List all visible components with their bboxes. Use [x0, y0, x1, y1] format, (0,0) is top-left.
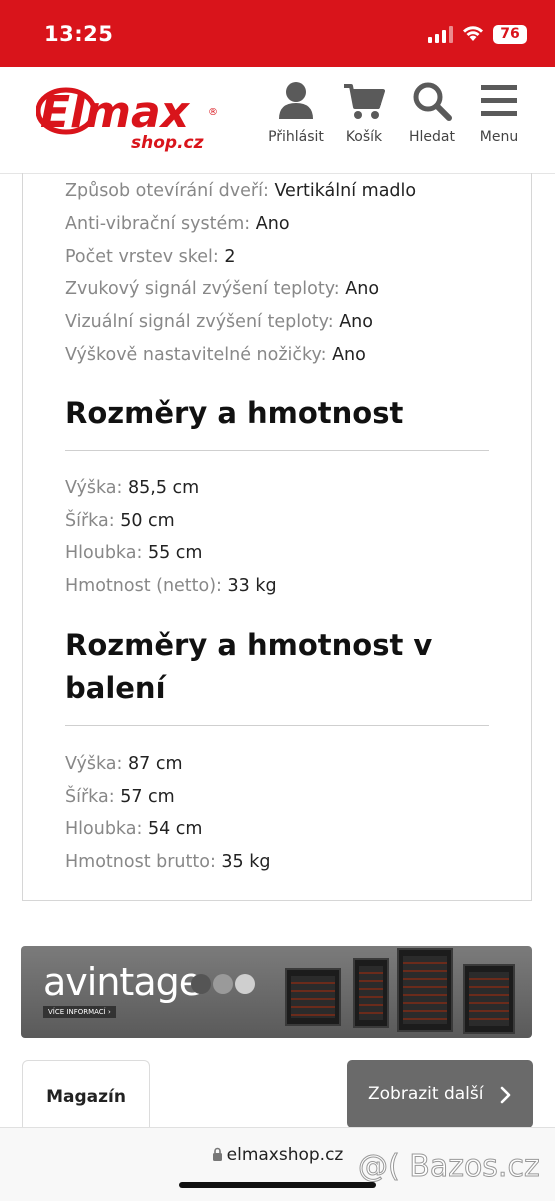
menu-icon — [481, 85, 517, 116]
user-icon — [279, 82, 313, 119]
logo-main-text: Elmax — [40, 87, 191, 138]
spec-row: Výškově nastavitelné nožičky: Ano — [65, 345, 366, 365]
banner-brand: avintage — [43, 960, 202, 1004]
spec-row: Výška: 85,5 cm — [65, 478, 200, 498]
spec-row: Šířka: 50 cm — [65, 511, 175, 531]
status-bar: 13:25 76 — [0, 0, 555, 67]
spec-row: Zvukový signál zvýšení teploty: Ano — [65, 279, 380, 299]
banner-dot — [213, 974, 233, 994]
nav-login-label: Přihlásit — [268, 129, 324, 145]
wine-cooler-image — [463, 964, 515, 1034]
divider — [65, 450, 489, 451]
nav-cart[interactable]: Košík — [329, 81, 399, 145]
cart-icon — [344, 84, 385, 119]
watermark: @( Bazos.cz — [358, 1149, 541, 1185]
nav-cart-label: Košík — [345, 129, 383, 145]
spec-row: Vizuální signál zvýšení teploty: Ano — [65, 312, 373, 332]
wine-cooler-image — [285, 968, 341, 1026]
site-header: Elmax ® shop.cz Přihlásit Košík Hledat M… — [0, 67, 555, 174]
spec-row: Hmotnost (netto): 33 kg — [65, 576, 277, 596]
spec-row: Počet vrstev skel: 2 — [65, 247, 236, 267]
lock-icon — [212, 1147, 222, 1161]
spec-row: Hloubka: 55 cm — [65, 543, 203, 563]
nav-search-label: Hledat — [409, 129, 455, 145]
spec-row: Hloubka: 54 cm — [65, 819, 203, 839]
spec-row: Hmotnost brutto: 35 kg — [65, 852, 271, 872]
home-indicator[interactable] — [179, 1182, 376, 1188]
show-more-label: Zobrazit další — [368, 1084, 484, 1104]
divider — [65, 725, 489, 726]
avintage-banner[interactable]: avintage VÍCE INFORMACÍ › — [21, 946, 532, 1038]
chevron-right-icon — [500, 1086, 511, 1104]
url-text: elmaxshop.cz — [226, 1145, 344, 1165]
nav-menu-label: Menu — [479, 129, 519, 145]
elmax-logo-graphic: Elmax ® shop.cz — [35, 87, 218, 153]
battery-indicator: 76 — [493, 25, 527, 44]
banner-dot — [191, 974, 211, 994]
nav-menu[interactable]: Menu — [464, 81, 534, 145]
status-time: 13:25 — [44, 22, 114, 46]
logo-sub-text: shop.cz — [131, 133, 204, 153]
banner-more-info-button[interactable]: VÍCE INFORMACÍ › — [43, 1006, 116, 1018]
section-title-packaging: Rozměry a hmotnost v balení — [65, 628, 433, 705]
spec-row: Výška: 87 cm — [65, 754, 183, 774]
spec-row: Anti-vibrační systém: Ano — [65, 214, 290, 234]
wine-cooler-image — [397, 948, 453, 1032]
spec-row: Způsob otevírání dveří: Vertikální madlo — [65, 181, 417, 201]
spec-row: Šířka: 57 cm — [65, 787, 175, 807]
show-more-button[interactable]: Zobrazit další — [347, 1060, 533, 1128]
nav-login[interactable]: Přihlásit — [261, 81, 331, 145]
logo-registered-mark: ® — [208, 107, 218, 118]
wifi-icon — [463, 26, 483, 41]
nav-search[interactable]: Hledat — [397, 81, 467, 145]
cellular-signal-icon — [428, 26, 453, 43]
section-title-dimensions: Rozměry a hmotnost — [65, 396, 404, 430]
wine-cooler-image — [353, 958, 389, 1028]
search-icon — [413, 82, 452, 121]
banner-dot — [235, 974, 255, 994]
elmax-logo[interactable]: Elmax ® shop.cz — [35, 85, 226, 159]
